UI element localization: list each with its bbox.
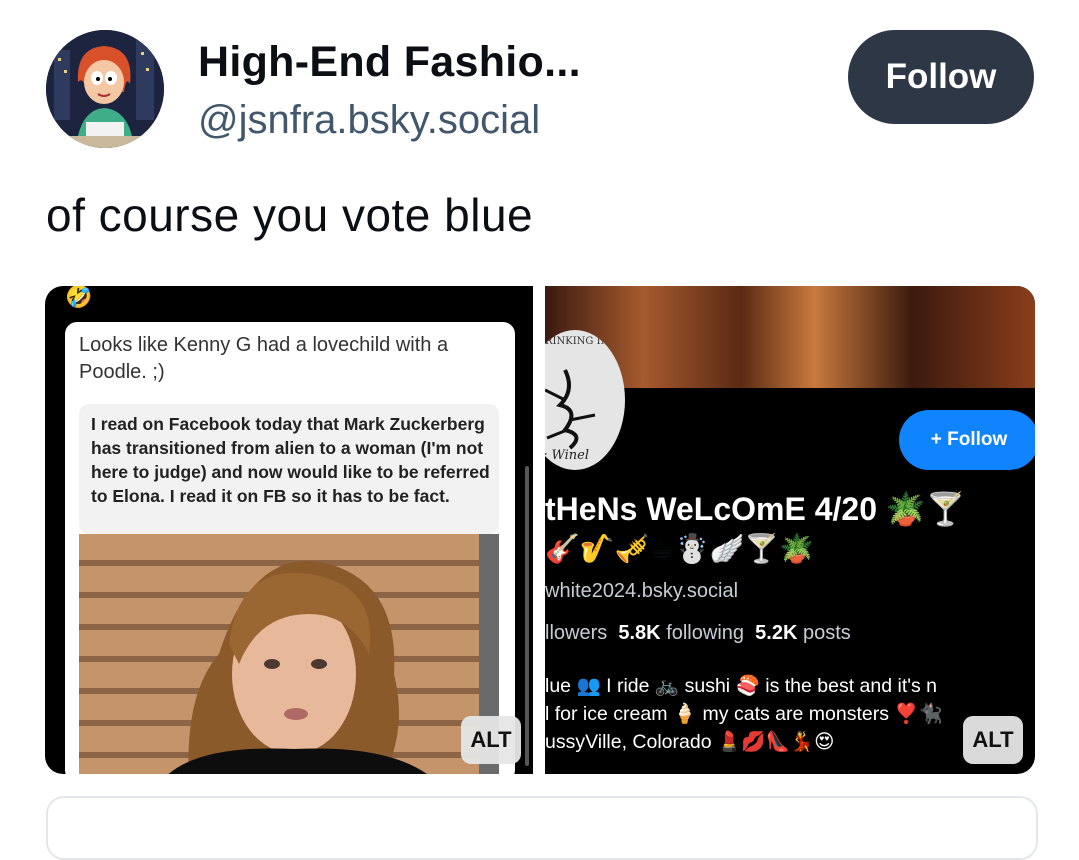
next-card-edge xyxy=(46,796,1038,860)
inner-follow-button: + Follow xyxy=(899,410,1035,470)
alt-badge[interactable]: ALT xyxy=(461,716,521,764)
author-avatar[interactable] xyxy=(46,30,164,148)
avatar-illustration xyxy=(46,30,164,148)
avatar-text-bottom: : Winel xyxy=(545,448,590,463)
media-grid: 🤣 Looks like Kenny G had a lovechild wit… xyxy=(45,286,1035,774)
alt-badge[interactable]: ALT xyxy=(963,716,1023,764)
following-label: following xyxy=(666,622,745,644)
bio-line: l for ice cream 🍦 my cats are monsters ❣… xyxy=(545,703,943,725)
person-photo xyxy=(79,534,499,774)
post-header: High-End Fashio... @jsnfra.bsky.social F… xyxy=(46,30,1036,150)
posts-label: posts xyxy=(802,622,851,644)
post-image-1[interactable]: 🤣 Looks like Kenny G had a lovechild wit… xyxy=(45,286,533,774)
profile-bio: lue 👥 I ride 🚲 sushi 🍣 is the best and i… xyxy=(545,672,1035,756)
profile-display-name: tHeNs WeLcOmE 4/20 🪴🍸 xyxy=(545,491,966,527)
avatar-text-top: RINKING IN xyxy=(545,336,610,347)
profile-handle: white2024.bsky.social xyxy=(545,580,739,602)
quoted-post-text: I read on Facebook today that Mark Zucke… xyxy=(91,414,490,506)
screenshot-caption: Looks like Kenny G had a lovechild with … xyxy=(79,334,449,383)
quoted-post: I read on Facebook today that Mark Zucke… xyxy=(79,404,499,534)
scrollbar xyxy=(525,466,529,766)
author-handle[interactable]: @jsnfra.bsky.social xyxy=(198,98,540,143)
laughing-emoji: 🤣 xyxy=(65,286,93,309)
bio-line: lue 👥 I ride 🚲 sushi 🍣 is the best and i… xyxy=(545,675,937,697)
screenshot-card: Looks like Kenny G had a lovechild with … xyxy=(65,322,515,774)
follow-button[interactable]: Follow xyxy=(848,30,1034,124)
followers-label: llowers xyxy=(545,622,608,644)
post-image-2[interactable]: RINKING IN : Winel + Follow tHeNs WeLcOm… xyxy=(545,286,1035,774)
profile-emoji-row: 🎸🎷🎺☕☃️🪽🍸🪴 xyxy=(545,533,815,564)
following-count: 5.8K xyxy=(618,622,661,644)
post-text: of course you vote blue xyxy=(46,189,534,241)
profile-stats: llowers 5.8K following 5.2K posts xyxy=(545,622,851,645)
bio-line: ussyVille, Colorado 💄💋👠💃😍 xyxy=(545,731,835,753)
person-illustration xyxy=(168,534,499,774)
author-name[interactable]: High-End Fashio... xyxy=(198,38,581,87)
posts-count: 5.2K xyxy=(755,622,798,644)
